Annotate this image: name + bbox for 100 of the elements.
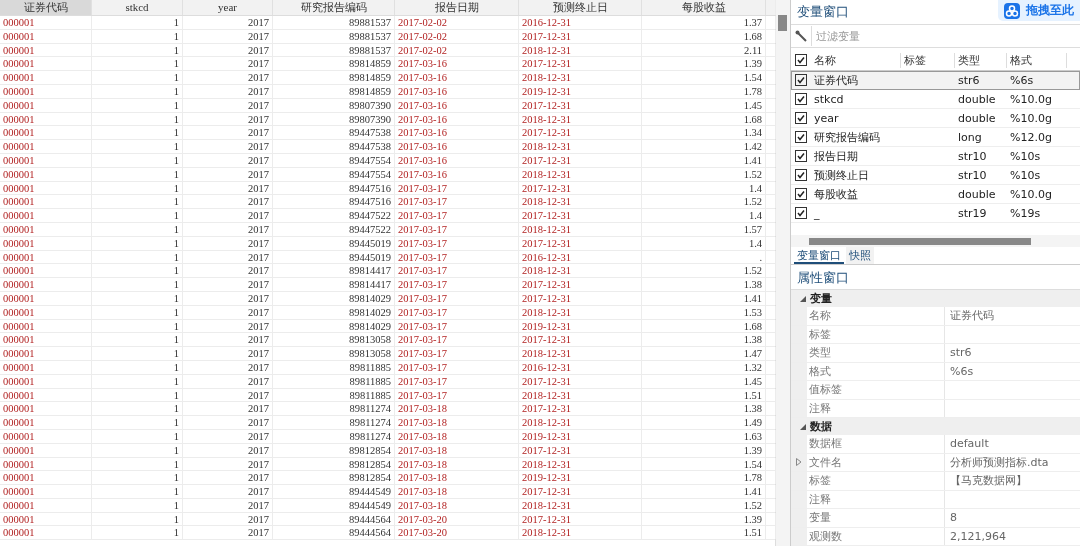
table-cell: 2017-12-31	[519, 98, 642, 112]
table-cell: 89447554	[273, 167, 395, 181]
checkbox[interactable]	[795, 169, 807, 181]
table-cell: 89807390	[273, 112, 395, 126]
table-cell: 2017-12-31	[519, 333, 642, 347]
table-cell: 1.41	[642, 153, 766, 167]
checkbox[interactable]	[795, 74, 807, 86]
variable-row[interactable]: 证券代码 str6 %6s	[791, 71, 1080, 90]
variable-type: str19	[957, 206, 988, 220]
column-header[interactable]: 研究报告编码	[273, 0, 395, 15]
table-cell: 1.32	[642, 360, 766, 374]
table-cell: 1	[92, 112, 183, 126]
table-cell: 2017	[183, 360, 273, 374]
table-cell: 000001	[0, 195, 92, 209]
variable-row[interactable]: stkcd double %10.0g	[791, 90, 1080, 109]
table-cell: 89881537	[273, 43, 395, 57]
variable-format: %19s	[1009, 206, 1042, 220]
table-cell: 89814859	[273, 71, 395, 85]
column-header[interactable]: 每股收益	[642, 0, 766, 15]
column-header[interactable]: 预测终止日	[519, 0, 642, 15]
table-cell: 1.52	[642, 264, 766, 278]
table-cell: 2018-12-31	[519, 43, 642, 57]
table-cell: 89814417	[273, 278, 395, 292]
checkbox[interactable]	[795, 93, 807, 105]
column-header[interactable]: 格式	[1007, 52, 1067, 68]
table-cell: 2017	[183, 291, 273, 305]
table-cell: 2017-03-18	[395, 429, 519, 443]
tab[interactable]: 变量窗口	[794, 247, 844, 264]
column-header[interactable]: 报告日期	[395, 0, 519, 15]
table-cell: 000001	[0, 471, 92, 485]
horizontal-scrollbar[interactable]	[791, 235, 1080, 247]
column-header[interactable]: 证券代码	[0, 0, 92, 15]
table-cell: 2019-12-31	[519, 319, 642, 333]
table-cell: 000001	[0, 457, 92, 471]
table-cell: 1.45	[642, 98, 766, 112]
table-cell: 2017-03-18	[395, 402, 519, 416]
table-cell: 89813058	[273, 333, 395, 347]
table-cell: 2017-03-17	[395, 250, 519, 264]
table-cell: 2.11	[642, 43, 766, 57]
table-cell: 2017-03-18	[395, 416, 519, 430]
table-cell: 1	[92, 291, 183, 305]
table-cell: 2018-12-31	[519, 416, 642, 430]
column-header[interactable]: year	[183, 0, 273, 15]
variable-row[interactable]: year double %10.0g	[791, 109, 1080, 128]
table-cell: 89445019	[273, 250, 395, 264]
property-value: 8	[949, 511, 958, 525]
table-cell: 1.38	[642, 402, 766, 416]
column-header[interactable]: 标签	[901, 52, 955, 68]
tab[interactable]: 快照	[846, 247, 874, 264]
column-header[interactable]: 名称	[811, 52, 901, 68]
table-cell: 1.42	[642, 140, 766, 154]
table-cell: 000001	[0, 140, 92, 154]
variable-type: double	[957, 111, 997, 125]
variable-row[interactable]: 预测终止日 str10 %10s	[791, 166, 1080, 185]
table-cell: 000001	[0, 264, 92, 278]
table-cell: 1.78	[642, 85, 766, 98]
table-cell: 1	[92, 167, 183, 181]
table-cell: 000001	[0, 43, 92, 57]
checkbox[interactable]	[795, 150, 807, 162]
table-cell: 1	[92, 526, 183, 540]
table-cell: 89447516	[273, 195, 395, 209]
expand-icon[interactable]	[796, 458, 802, 467]
table-cell: 2017	[183, 126, 273, 140]
column-header[interactable]: stkcd	[92, 0, 183, 15]
table-cell: .	[642, 250, 766, 264]
table-cell: 1	[92, 512, 183, 526]
table-cell: 1.41	[642, 485, 766, 499]
table-cell: 000001	[0, 278, 92, 292]
property-label: 类型	[807, 344, 945, 362]
table-cell: 2018-12-31	[519, 526, 642, 540]
variable-row[interactable]: 报告日期 str10 %10s	[791, 147, 1080, 166]
checkbox[interactable]	[795, 188, 807, 200]
table-cell: 89881537	[273, 29, 395, 43]
table-cell: 1.63	[642, 429, 766, 443]
property-label: 注释	[807, 399, 945, 417]
variable-row[interactable]: _ str19 %19s	[791, 204, 1080, 223]
checkbox[interactable]	[795, 112, 807, 124]
checkbox[interactable]	[795, 131, 807, 143]
table-cell: 2017-03-18	[395, 471, 519, 485]
variable-row[interactable]: 每股收益 double %10.0g	[791, 185, 1080, 204]
property-label: 文件名	[807, 453, 945, 471]
property-label: 值标签	[807, 381, 945, 399]
table-cell: 1.45	[642, 374, 766, 388]
table-cell: 000001	[0, 498, 92, 512]
table-cell: 2019-12-31	[519, 85, 642, 98]
table-cell: 2017	[183, 402, 273, 416]
table-cell: 1.4	[642, 236, 766, 250]
table-cell: 1	[92, 319, 183, 333]
checkbox[interactable]	[795, 54, 807, 66]
table-cell: 89811274	[273, 402, 395, 416]
table-cell: 2017-12-31	[519, 278, 642, 292]
table-cell: 89812854	[273, 443, 395, 457]
property-label: 注释	[807, 490, 945, 508]
column-header[interactable]: 类型	[955, 52, 1007, 68]
variable-row[interactable]: 研究报告编码 long %12.0g	[791, 128, 1080, 147]
table-cell: 1	[92, 209, 183, 223]
checkbox[interactable]	[795, 207, 807, 219]
vertical-scrollbar[interactable]	[776, 0, 790, 546]
upload-button[interactable]: 拖拽至此	[998, 0, 1080, 21]
table-cell: 2017-12-31	[519, 236, 642, 250]
